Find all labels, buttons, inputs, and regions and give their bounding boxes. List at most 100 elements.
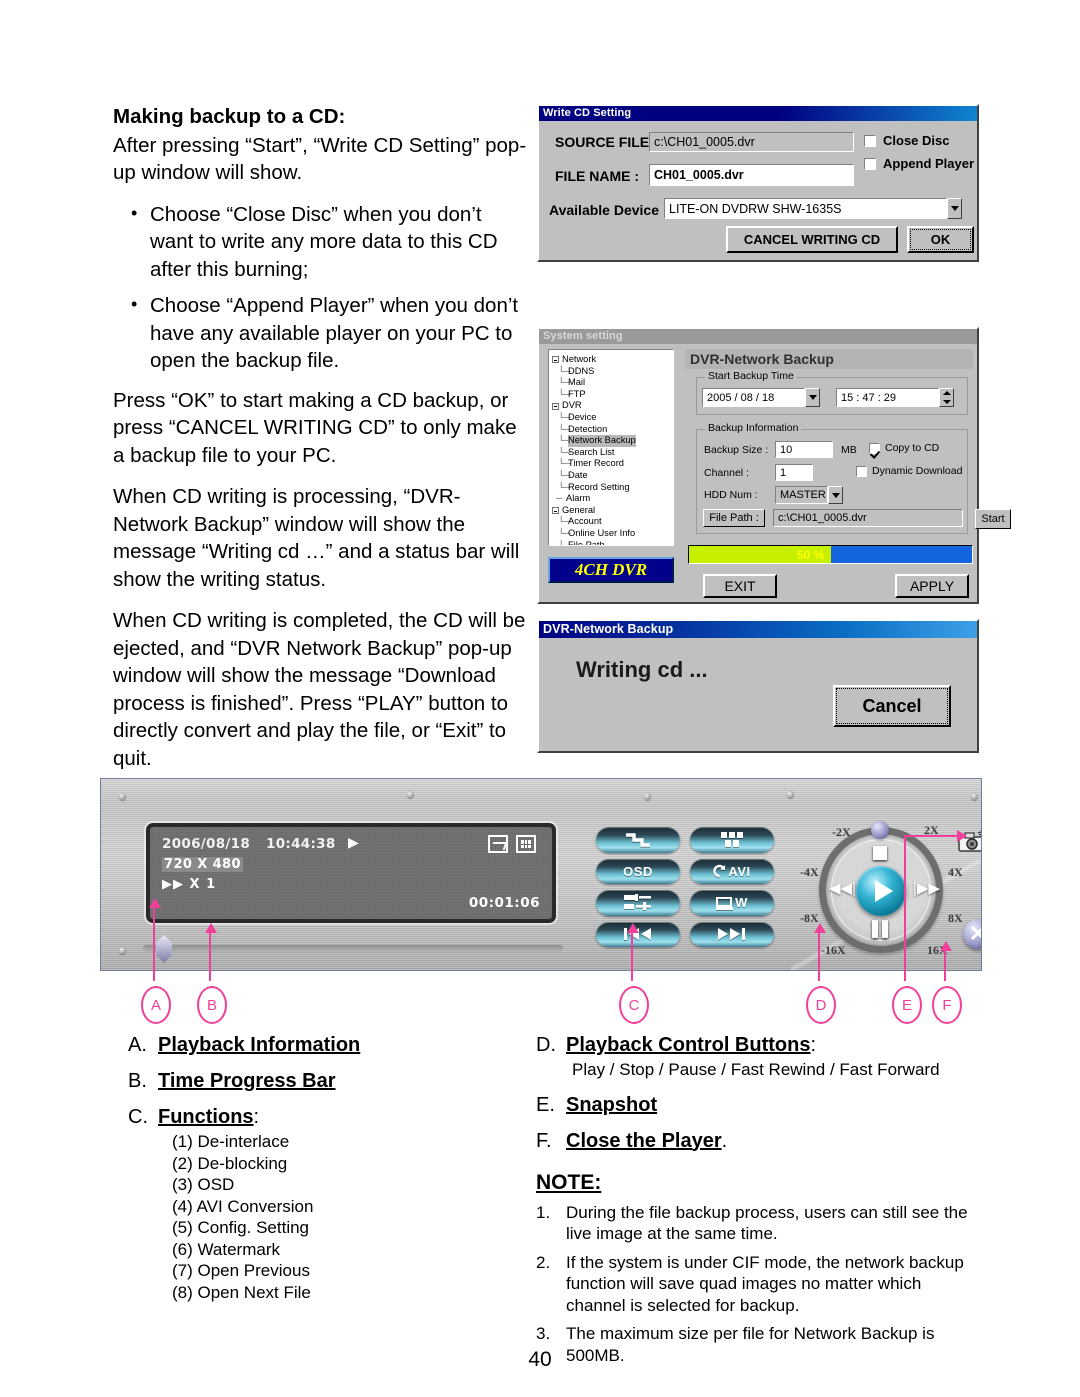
tree-item-general[interactable]: General <box>552 505 671 517</box>
tree-item-label: Record Setting <box>568 481 630 492</box>
tree-item-alarm[interactable]: ─ Alarm <box>552 493 671 505</box>
file-name-input[interactable]: CH01_0005.dvr <box>649 164 854 186</box>
legend-item-b: B. Time Progress Bar <box>128 1070 528 1093</box>
paragraph: When CD writing is processing, “DVR-Netw… <box>113 485 520 591</box>
time-progress-bar[interactable] <box>143 945 563 952</box>
cancel-writing-cd-button[interactable]: CANCEL WRITING CD <box>726 226 898 253</box>
close-disc-checkbox[interactable]: Close Disc <box>864 133 949 148</box>
checkbox-icon[interactable] <box>864 157 876 170</box>
tree-item-network[interactable]: Network <box>552 354 671 366</box>
available-device-select[interactable]: LITE-ON DVDRW SHW-1635S <box>664 198 962 219</box>
checkbox-icon[interactable] <box>856 465 867 477</box>
de-blocking-button[interactable] <box>690 827 774 853</box>
note-number: 1. <box>536 1202 551 1222</box>
append-player-checkbox[interactable]: Append Player <box>864 156 974 171</box>
playback-control-jog[interactable]: ◀◀| |▶▶ <box>801 819 961 961</box>
channel-label: Channel : <box>704 467 749 479</box>
fast-forward-button[interactable]: |▶▶ <box>913 879 940 897</box>
list-item: (2) De-blocking <box>172 1153 288 1173</box>
chevron-down-icon[interactable] <box>947 198 962 219</box>
lcd-speed: ▶▶ X 1 <box>162 877 217 892</box>
tree-item-network-backup[interactable]: └─ Network Backup <box>552 435 671 447</box>
lcd-time: 10:44:38 <box>266 836 336 852</box>
de-interlace-icon <box>626 833 650 847</box>
de-interlace-button[interactable] <box>596 827 680 853</box>
tree-item-label: Account <box>568 516 602 527</box>
tree-item-device[interactable]: └─ Device <box>552 412 671 424</box>
tree-item-search-list[interactable]: └─ Search List <box>552 447 671 459</box>
collapse-box-icon[interactable] <box>552 507 559 515</box>
start-button[interactable]: Start <box>975 509 1011 529</box>
tree-item-label: Online User Info <box>568 527 636 538</box>
tree-item-date[interactable]: └─ Date <box>552 470 671 482</box>
chevron-down-icon[interactable] <box>828 486 843 504</box>
dynamic-download-checkbox[interactable]: Dynamic Download <box>856 465 962 477</box>
cancel-button[interactable]: Cancel <box>833 685 951 727</box>
legend-letter: D. <box>536 1034 556 1056</box>
tree-item-record-setting[interactable]: └─ Record Setting <box>552 482 671 494</box>
play-triangle-icon <box>874 880 893 902</box>
group-label: Start Backup Time <box>705 370 797 382</box>
legend-letter: C. <box>128 1106 148 1128</box>
tree-item-timer-record[interactable]: └─ Timer Record <box>552 458 671 470</box>
lcd-date: 2006/08/18 <box>162 836 251 852</box>
tree-item-file-path[interactable]: └─ File Path <box>552 539 671 546</box>
chevron-down-icon[interactable] <box>805 388 820 407</box>
section-heading: Making backup to a CD: <box>113 105 346 128</box>
file-path-button[interactable]: File Path : <box>703 509 765 527</box>
callout-line-e <box>904 835 906 981</box>
copy-to-cd-label: Copy to CD <box>885 442 940 454</box>
backup-size-input[interactable]: 10 <box>775 441 833 458</box>
channel-input[interactable]: 1 <box>775 464 813 481</box>
function-buttons-group: OSD AVI W <box>596 827 774 947</box>
tree-item-mail[interactable]: └─ Mail <box>552 377 671 389</box>
tree-item-detection[interactable]: └─ Detection <box>552 424 671 436</box>
screw-icon <box>787 791 794 798</box>
tree-item-label: File Path <box>568 539 605 546</box>
tree-item-label: Network <box>562 354 597 364</box>
apply-button[interactable]: APPLY <box>895 574 969 598</box>
legend-letter: E. <box>536 1093 555 1116</box>
checkbox-icon[interactable] <box>864 134 876 147</box>
ok-button[interactable]: OK <box>907 226 974 253</box>
tree-item-dvr[interactable]: DVR <box>552 400 671 412</box>
time-progress-handle[interactable] <box>156 935 172 963</box>
tree-item-label: Alarm <box>566 493 591 504</box>
copy-to-cd-checkbox[interactable]: Copy to CD <box>869 442 939 454</box>
osd-button[interactable]: OSD <box>596 858 680 884</box>
backup-time-spinner[interactable]: 15 : 47 : 29 <box>836 388 954 407</box>
backup-date-select[interactable]: 2005 / 08 / 18 <box>702 388 820 407</box>
exit-button[interactable]: EXIT <box>703 574 777 598</box>
note-item: 2. If the system is under CIF mode, the … <box>536 1252 976 1317</box>
tree-item-ftp[interactable]: └─ FTP <box>552 389 671 401</box>
collapse-box-icon[interactable] <box>552 402 559 410</box>
avi-conversion-button[interactable]: AVI <box>690 858 774 884</box>
tree-item-ddns[interactable]: └─ DDNS <box>552 366 671 378</box>
dialog-title-bar: System setting <box>539 329 977 344</box>
tree-item-account[interactable]: └─ Account <box>552 516 671 528</box>
legend-item-c: C. Functions : <box>128 1106 528 1129</box>
play-button[interactable] <box>856 866 906 916</box>
pause-button[interactable] <box>872 920 888 938</box>
tree-item-online-user-info[interactable]: └─ Online User Info <box>552 528 671 540</box>
close-player-button[interactable]: ✕ <box>963 919 981 949</box>
collapse-box-icon[interactable] <box>552 356 559 364</box>
legend-title: Playback Control Buttons <box>566 1034 811 1056</box>
callout-arrow-b <box>205 923 217 933</box>
tree-item-label: Timer Record <box>568 458 624 469</box>
callout-arrow-c <box>627 923 639 933</box>
checkbox-icon[interactable] <box>869 442 880 454</box>
legend-title: Snapshot <box>566 1093 658 1116</box>
lcd-speed-value: X 1 <box>189 877 217 892</box>
config-setting-button[interactable] <box>596 890 680 916</box>
spinner-icon[interactable] <box>939 388 954 407</box>
settings-tree[interactable]: Network └─ DDNS └─ Mail └─ FTP DVR └─ Device… <box>548 349 674 546</box>
fast-rewind-button[interactable]: ◀◀| <box>829 879 856 897</box>
callout-arrow-e <box>957 830 967 842</box>
open-next-button[interactable] <box>690 921 774 947</box>
watermark-button[interactable]: W <box>690 890 774 916</box>
stop-button[interactable] <box>873 846 887 860</box>
jog-knob[interactable] <box>871 821 889 839</box>
lcd-datetime-row: 2006/08/18 10:44:38 <box>162 836 336 852</box>
hdd-num-select[interactable]: MASTER <box>775 486 843 504</box>
